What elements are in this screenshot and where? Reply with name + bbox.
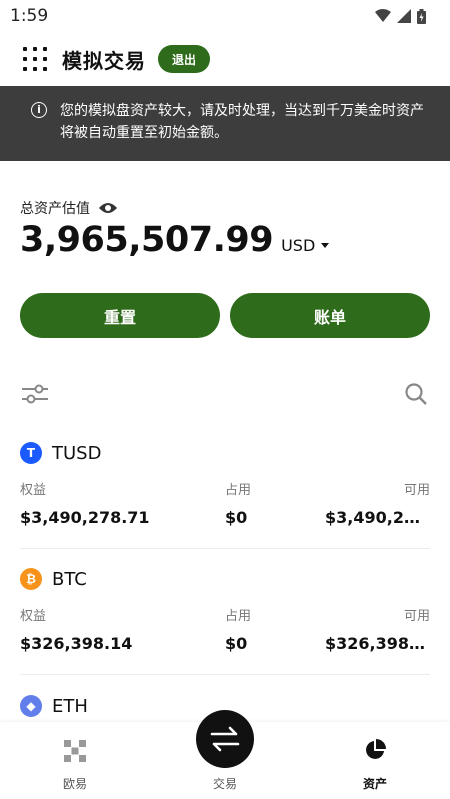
total-assets-value: 3,965,507.99	[20, 220, 274, 260]
eth-icon: ◆	[20, 695, 42, 717]
status-icons	[375, 8, 426, 24]
tusd-icon: T	[20, 442, 42, 464]
status-time: 1:59	[10, 6, 49, 26]
tab-label: 资产	[362, 777, 387, 791]
btc-icon: ₿	[20, 568, 42, 590]
occupied-label: 占用	[225, 483, 252, 498]
exit-button[interactable]: 退出	[158, 45, 211, 73]
equity-value: $326,398.14	[20, 634, 133, 653]
battery-icon	[417, 8, 426, 24]
tab-assets[interactable]: 资产	[325, 722, 425, 799]
notice-text: 您的模拟盘资产较大，请及时处理，当达到千万美金时资产将被自动重置至初始金额。	[60, 103, 424, 141]
equity-value: $3,490,278.71	[20, 508, 150, 527]
equity-label: 权益	[20, 483, 47, 498]
tab-label: 交易	[212, 777, 237, 791]
tab-okx[interactable]: 欧易	[25, 722, 125, 799]
info-icon: i	[31, 102, 47, 118]
filter-sliders-icon[interactable]	[22, 382, 48, 406]
occupied-value: $0	[225, 634, 248, 653]
status-bar: 1:59	[0, 0, 450, 32]
search-icon[interactable]	[404, 382, 428, 406]
eye-icon[interactable]	[98, 201, 118, 215]
total-assets-label-row: 总资产估值	[20, 198, 118, 218]
asset-row-btc[interactable]: ₿ BTC 权益 占用 可用 $326,398.14 $0 $326,398.1…	[20, 567, 430, 653]
total-assets-label: 总资产估值	[20, 201, 90, 217]
asset-tools	[22, 382, 428, 406]
trade-fab[interactable]	[196, 710, 254, 768]
currency-label: USD	[281, 236, 316, 255]
occupied-value: $0	[225, 508, 248, 527]
equity-label: 权益	[20, 609, 47, 624]
app-header: 模拟交易 退出	[0, 38, 450, 80]
tab-label: 欧易	[62, 777, 87, 791]
page-title: 模拟交易	[62, 48, 146, 73]
wifi-icon	[375, 9, 391, 22]
divider	[20, 548, 430, 549]
available-value: $3,490,278.71	[325, 508, 430, 527]
swap-icon	[210, 726, 240, 752]
menu-grid-icon[interactable]	[22, 46, 48, 72]
available-value: $326,398.14	[325, 634, 430, 653]
okx-logo-icon	[64, 740, 86, 762]
caret-down-icon	[321, 243, 330, 248]
asset-name: TUSD	[52, 442, 102, 464]
pie-chart-icon	[366, 739, 386, 759]
occupied-label: 占用	[225, 609, 252, 624]
asset-row-tusd[interactable]: T TUSD 权益 占用 可用 $3,490,278.71 $0 $3,490,…	[20, 441, 430, 527]
currency-selector[interactable]: USD	[281, 236, 330, 255]
action-buttons: 重置 账单	[20, 293, 430, 338]
bill-button[interactable]: 账单	[230, 293, 430, 338]
asset-name: ETH	[52, 695, 88, 717]
available-label: 可用	[403, 609, 430, 624]
asset-name: BTC	[52, 568, 87, 590]
available-label: 可用	[403, 483, 430, 498]
divider	[20, 674, 430, 675]
total-value-row: 3,965,507.99 USD	[20, 220, 330, 260]
notice-banner: i 您的模拟盘资产较大，请及时处理，当达到千万美金时资产将被自动重置至初始金额。	[0, 86, 450, 161]
reset-button[interactable]: 重置	[20, 293, 220, 338]
signal-icon	[397, 9, 411, 23]
